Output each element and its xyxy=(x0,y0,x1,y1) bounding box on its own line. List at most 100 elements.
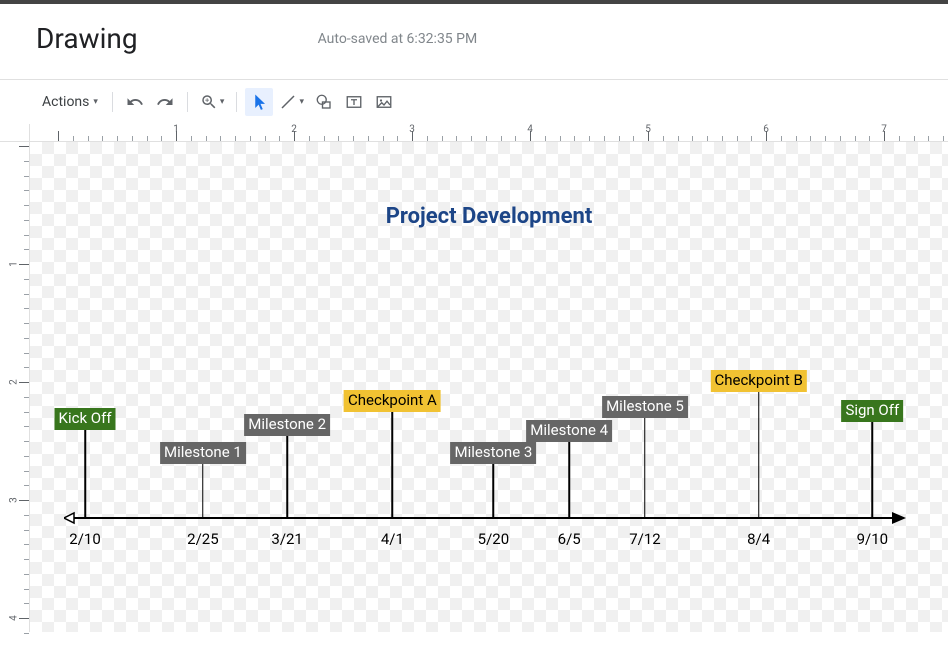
textbox-tool-button[interactable] xyxy=(340,88,368,116)
ruler-tick xyxy=(250,136,251,141)
ruler-tick xyxy=(501,136,502,141)
event-label[interactable]: Checkpoint A xyxy=(344,390,441,412)
ruler-tick xyxy=(707,136,708,141)
event-stem[interactable] xyxy=(286,434,288,518)
image-tool-button[interactable] xyxy=(370,88,398,116)
line-icon xyxy=(279,93,297,111)
ruler-tick xyxy=(24,559,29,560)
ruler-tick xyxy=(58,131,59,141)
ruler-number: 2 xyxy=(291,124,297,135)
ruler-tick xyxy=(338,136,339,141)
event-label[interactable]: Milestone 5 xyxy=(602,396,688,418)
event-label[interactable]: Milestone 4 xyxy=(526,420,612,442)
event-date[interactable]: 6/5 xyxy=(558,530,581,548)
undo-icon xyxy=(126,93,144,111)
actions-menu-button[interactable]: Actions ▾ xyxy=(36,90,104,114)
ruler-tick xyxy=(825,136,826,141)
ruler-tick xyxy=(161,136,162,141)
ruler-tick xyxy=(515,136,516,141)
event-stem[interactable] xyxy=(493,462,495,518)
ruler-tick xyxy=(427,136,428,141)
undo-button[interactable] xyxy=(121,88,149,116)
ruler-tick xyxy=(560,136,561,141)
ruler-tick xyxy=(24,515,29,516)
ruler-tick xyxy=(24,426,29,427)
event-stem[interactable] xyxy=(392,410,394,518)
event-label[interactable]: Checkpoint B xyxy=(710,370,806,392)
dialog-title: Drawing xyxy=(36,22,138,55)
event-date[interactable]: 3/21 xyxy=(271,530,302,548)
ruler-tick xyxy=(545,136,546,141)
axis-arrow xyxy=(64,511,906,525)
ruler-tick xyxy=(619,136,620,141)
ruler-tick xyxy=(633,136,634,141)
ruler-tick xyxy=(24,353,29,354)
shape-tool-button[interactable] xyxy=(310,88,338,116)
ruler-tick xyxy=(24,161,29,162)
event-date[interactable]: 8/4 xyxy=(747,530,770,548)
ruler-tick xyxy=(19,264,29,265)
zoom-icon xyxy=(200,93,218,111)
event-label[interactable]: Milestone 1 xyxy=(160,442,246,464)
ruler-tick xyxy=(24,367,29,368)
event-label[interactable]: Sign Off xyxy=(841,400,903,422)
event-stem[interactable] xyxy=(84,428,86,518)
autosave-status: Auto-saved at 6:32:35 PM xyxy=(318,31,478,47)
event-label[interactable]: Kick Off xyxy=(55,408,116,430)
event-date[interactable]: 7/12 xyxy=(629,530,660,548)
ruler-tick xyxy=(191,136,192,141)
ruler-tick xyxy=(206,136,207,141)
ruler-tick xyxy=(102,136,103,141)
ruler-tick xyxy=(24,471,29,472)
timeline[interactable]: Kick Off2/10Milestone 12/25Milestone 23/… xyxy=(64,382,906,542)
event-stem[interactable] xyxy=(568,440,570,518)
event-date[interactable]: 2/25 xyxy=(187,530,218,548)
cursor-icon xyxy=(250,93,268,111)
shape-icon xyxy=(315,93,333,111)
redo-button[interactable] xyxy=(151,88,179,116)
ruler-tick xyxy=(24,441,29,442)
event-date[interactable]: 5/20 xyxy=(478,530,509,548)
ruler-tick xyxy=(24,574,29,575)
chart-title[interactable]: Project Development xyxy=(386,204,593,229)
select-tool-button[interactable] xyxy=(245,88,273,116)
event-date[interactable]: 4/1 xyxy=(381,530,404,548)
caret-down-icon: ▾ xyxy=(93,97,98,107)
event-stem[interactable] xyxy=(872,420,874,518)
ruler-tick xyxy=(235,136,236,141)
toolbar-separator xyxy=(112,92,113,112)
workspace: 1234567 1234 Project Development Kick Of… xyxy=(0,124,948,632)
ruler-tick xyxy=(309,136,310,141)
drawing-canvas[interactable]: Project Development Kick Off2/10Mileston… xyxy=(30,142,948,632)
ruler-tick xyxy=(692,136,693,141)
ruler-tick xyxy=(368,136,369,141)
event-stem[interactable] xyxy=(758,390,760,518)
ruler-number: 1 xyxy=(173,124,179,135)
line-tool-button[interactable]: ▾ xyxy=(275,89,308,115)
ruler-tick xyxy=(19,382,29,383)
ruler-tick xyxy=(24,220,29,221)
ruler-number: 5 xyxy=(645,124,651,135)
ruler-tick xyxy=(24,397,29,398)
ruler-tick xyxy=(810,136,811,141)
event-label[interactable]: Milestone 2 xyxy=(244,414,330,436)
event-stem[interactable] xyxy=(644,416,646,518)
ruler-tick xyxy=(722,136,723,141)
ruler-tick xyxy=(24,456,29,457)
zoom-button[interactable]: ▾ xyxy=(196,89,229,115)
event-date[interactable]: 9/10 xyxy=(857,530,888,548)
ruler-number: 3 xyxy=(9,497,20,503)
ruler-tick xyxy=(24,544,29,545)
horizontal-ruler[interactable]: 1234567 xyxy=(30,124,948,142)
ruler-tick xyxy=(353,136,354,141)
ruler-tick xyxy=(383,136,384,141)
ruler-tick xyxy=(486,136,487,141)
ruler-number: 6 xyxy=(763,124,769,135)
ruler-tick xyxy=(24,589,29,590)
ruler-tick xyxy=(796,136,797,141)
vertical-ruler[interactable]: 1234 xyxy=(0,124,30,632)
event-label[interactable]: Milestone 3 xyxy=(451,442,537,464)
ruler-tick xyxy=(19,500,29,501)
event-date[interactable]: 2/10 xyxy=(69,530,100,548)
event-stem[interactable] xyxy=(202,462,204,518)
